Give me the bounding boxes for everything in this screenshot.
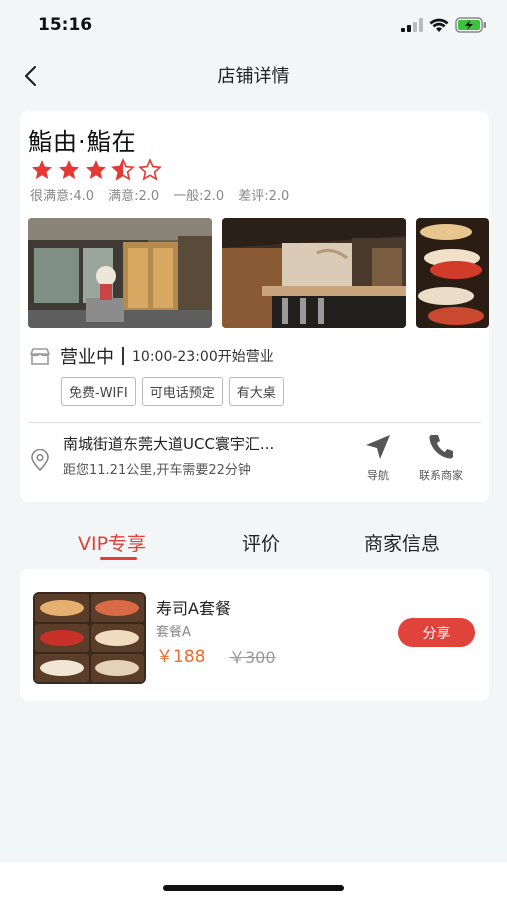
page-title: 店铺详情 xyxy=(217,66,290,87)
tag-phone-booking: 可电话预定 xyxy=(141,377,223,406)
wifi-icon xyxy=(429,18,449,32)
tab-merchant-info[interactable]: 商家信息 xyxy=(364,529,440,556)
phone-icon xyxy=(429,435,453,459)
contact-merchant-label: 联系商家 xyxy=(419,469,463,482)
home-indicator[interactable] xyxy=(163,885,344,891)
shop-info-card: 鮨由·鮨在 很满意:4.0 满意:2.0 一般:2.0 差评:2.0 营业中 1… xyxy=(20,111,489,502)
deal-title: 寿司A套餐 xyxy=(156,599,231,618)
rating-satisfied: 满意:2.0 xyxy=(108,189,160,204)
tag-wifi: 免费-WIFI xyxy=(61,377,136,406)
share-button[interactable]: 分享 xyxy=(398,618,475,647)
tab-bar: VIP专享 评价 商家信息 xyxy=(0,525,507,565)
star-empty-icon xyxy=(138,158,162,181)
shop-name: 鮨由·鮨在 xyxy=(28,128,137,156)
hours-status: 营业中 xyxy=(60,347,114,368)
deal-subtitle: 套餐A xyxy=(156,625,191,640)
star-full-icon xyxy=(86,160,106,179)
rating-average: 一般:2.0 xyxy=(173,189,225,204)
navigate-label: 导航 xyxy=(367,469,389,482)
deal-price: ￥188 xyxy=(156,647,206,667)
status-bar: 15:16 xyxy=(0,0,507,50)
battery-charging-icon xyxy=(455,17,486,33)
deal-original-price: ￥300 xyxy=(229,648,276,667)
shop-distance: 距您11.21公里,开车需要22分钟 xyxy=(63,463,251,478)
star-rating xyxy=(30,158,162,182)
shop-photo-interior[interactable] xyxy=(222,218,406,328)
contact-merchant-button[interactable]: 联系商家 xyxy=(419,433,463,483)
shop-tags: 免费-WIFI 可电话预定 有大桌 xyxy=(61,377,284,406)
tab-reviews[interactable]: 评价 xyxy=(242,529,280,556)
rating-very-satisfied: 很满意:4.0 xyxy=(30,189,95,204)
signal-icon xyxy=(401,18,423,32)
nav-bar: 店铺详情 xyxy=(0,50,507,100)
star-full-icon xyxy=(32,160,52,179)
shop-photo-storefront[interactable] xyxy=(28,218,212,328)
deal-image[interactable] xyxy=(33,592,146,684)
hours-text: 10:00-23:00开始营业 xyxy=(132,349,274,365)
business-hours: 营业中 10:00-23:00开始营业 xyxy=(30,343,274,369)
deal-card[interactable]: 寿司A套餐 套餐A ￥188 ￥300 分享 xyxy=(20,569,489,701)
photo-gallery[interactable] xyxy=(28,218,489,328)
status-time: 15:16 xyxy=(38,15,93,35)
tab-vip[interactable]: VIP专享 xyxy=(78,529,146,556)
shop-photo-sushi[interactable] xyxy=(416,218,489,328)
navigate-button[interactable]: 导航 xyxy=(364,433,392,483)
rating-negative: 差评:2.0 xyxy=(238,189,290,204)
status-icons xyxy=(401,17,487,33)
shop-address[interactable]: 南城街道东莞大道UCC寰宇汇... xyxy=(63,433,338,454)
tag-large-table: 有大桌 xyxy=(228,377,284,406)
star-full-icon xyxy=(59,160,79,179)
bottom-safe-area xyxy=(0,862,507,900)
divider xyxy=(28,422,481,423)
location-pin-icon xyxy=(31,449,49,471)
navigation-arrow-icon xyxy=(366,435,390,459)
store-icon xyxy=(30,348,50,365)
star-half-icon xyxy=(111,158,135,181)
rating-breakdown: 很满意:4.0 满意:2.0 一般:2.0 差评:2.0 xyxy=(30,185,289,204)
active-tab-indicator xyxy=(100,557,137,560)
hours-separator xyxy=(122,347,124,365)
